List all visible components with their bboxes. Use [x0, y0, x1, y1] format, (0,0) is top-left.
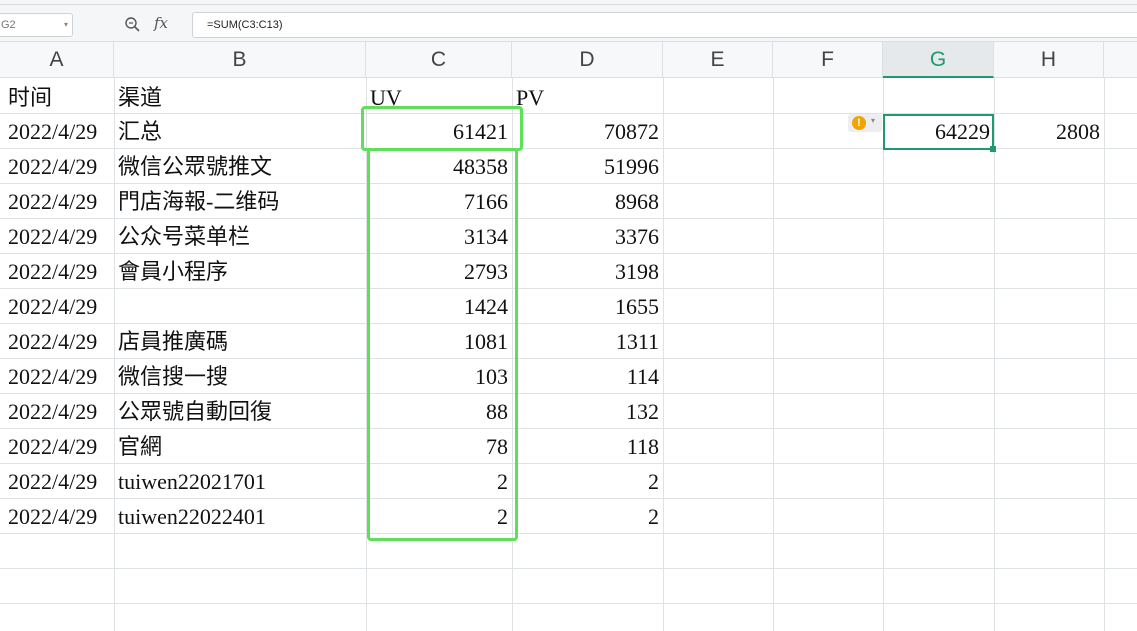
column-header-i[interactable]	[1104, 42, 1137, 78]
cell-a10[interactable]: 2022/4/29	[4, 394, 114, 429]
zoom-magnifier-icon[interactable]	[124, 16, 140, 32]
cell-b2[interactable]: 汇总	[114, 114, 366, 149]
cell-a1[interactable]: 时间	[4, 80, 114, 115]
cell-b13[interactable]: tuiwen22022401	[114, 499, 366, 534]
column-header-b[interactable]: B	[114, 42, 366, 78]
active-cell-selection	[883, 114, 994, 150]
cell-b10[interactable]: 公眾號自動回復	[114, 394, 366, 429]
cell-a3[interactable]: 2022/4/29	[4, 149, 114, 184]
highlight-uv-breakdown	[367, 148, 518, 541]
cell-a4[interactable]: 2022/4/29	[4, 184, 114, 219]
grid-vline	[663, 78, 664, 631]
exclamation-icon: !	[852, 116, 866, 130]
formula-toolbar: G2 ▾ fx =SUM(C3:C13)	[0, 0, 1137, 42]
cell-a9[interactable]: 2022/4/29	[4, 359, 114, 394]
column-header-a[interactable]: A	[0, 42, 114, 78]
cell-d2[interactable]: 70872	[512, 114, 663, 149]
column-header-h[interactable]: H	[994, 42, 1104, 78]
fill-handle[interactable]	[990, 146, 996, 152]
cell-b5[interactable]: 公众号菜单栏	[114, 219, 366, 254]
grid-hline	[0, 603, 1137, 604]
column-header-d[interactable]: D	[512, 42, 663, 78]
cell-a12[interactable]: 2022/4/29	[4, 464, 114, 499]
cell-d7[interactable]: 1655	[512, 289, 663, 324]
error-check-button[interactable]: ! ▾	[848, 114, 882, 132]
cell-d3[interactable]: 51996	[512, 149, 663, 184]
cell-a2[interactable]: 2022/4/29	[4, 114, 114, 149]
cell-b1[interactable]: 渠道	[114, 80, 366, 115]
cell-a8[interactable]: 2022/4/29	[4, 324, 114, 359]
cell-h2[interactable]: 2808	[994, 114, 1104, 149]
cell-b11[interactable]: 官網	[114, 429, 366, 464]
cell-b4[interactable]: 門店海報-二维码	[114, 184, 366, 219]
cell-d1[interactable]: PV	[512, 80, 663, 115]
cell-d5[interactable]: 3376	[512, 219, 663, 254]
name-box-value: G2	[1, 19, 16, 31]
cell-d9[interactable]: 114	[512, 359, 663, 394]
cell-d8[interactable]: 1311	[512, 324, 663, 359]
cell-b12[interactable]: tuiwen22021701	[114, 464, 366, 499]
cell-a7[interactable]: 2022/4/29	[4, 289, 114, 324]
cell-b9[interactable]: 微信搜一搜	[114, 359, 366, 394]
cell-b6[interactable]: 會員小程序	[114, 254, 366, 289]
grid-vline	[883, 78, 884, 631]
cell-d11[interactable]: 118	[512, 429, 663, 464]
column-header-e[interactable]: E	[663, 42, 773, 78]
cell-b7[interactable]	[114, 289, 366, 324]
cell-d4[interactable]: 8968	[512, 184, 663, 219]
cell-d12[interactable]: 2	[512, 464, 663, 499]
column-header-c[interactable]: C	[366, 42, 512, 78]
column-header-g[interactable]: G	[883, 42, 994, 78]
grid-vline	[1104, 78, 1105, 631]
toolbar-top-strip	[0, 0, 1137, 5]
cell-d10[interactable]: 132	[512, 394, 663, 429]
caret-down-icon: ▾	[871, 116, 876, 125]
cell-b8[interactable]: 店員推廣碼	[114, 324, 366, 359]
highlight-total-uv	[361, 106, 523, 151]
cell-a13[interactable]: 2022/4/29	[4, 499, 114, 534]
cell-a11[interactable]: 2022/4/29	[4, 429, 114, 464]
formula-input[interactable]: =SUM(C3:C13)	[192, 12, 1137, 38]
cell-a6[interactable]: 2022/4/29	[4, 254, 114, 289]
fx-function-icon[interactable]: fx	[154, 14, 168, 32]
cell-b3[interactable]: 微信公眾號推文	[114, 149, 366, 184]
chevron-down-icon[interactable]: ▾	[64, 14, 68, 36]
column-header-f[interactable]: F	[773, 42, 883, 78]
cell-d6[interactable]: 3198	[512, 254, 663, 289]
cell-d13[interactable]: 2	[512, 499, 663, 534]
grid-vline	[994, 78, 995, 631]
cell-a5[interactable]: 2022/4/29	[4, 219, 114, 254]
grid-hline	[0, 568, 1137, 569]
name-box[interactable]: G2 ▾	[0, 13, 73, 37]
grid-vline	[773, 78, 774, 631]
